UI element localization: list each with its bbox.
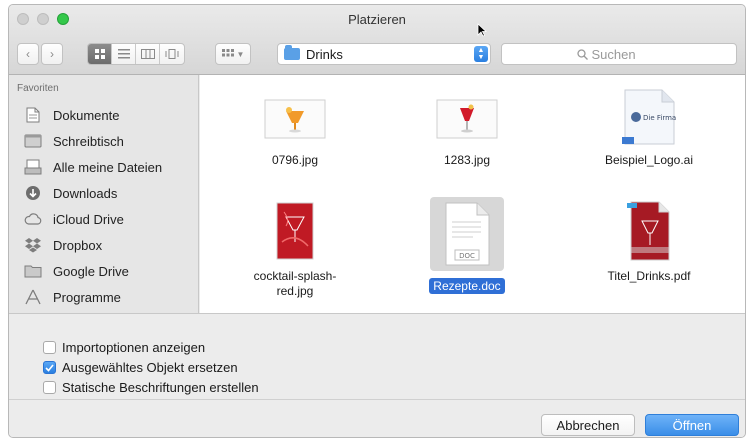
search-icon xyxy=(576,48,588,60)
options-panel: Importoptionen anzeigen Ausgewähltes Obj… xyxy=(9,313,745,437)
checkbox-unchecked[interactable] xyxy=(43,381,56,394)
chevron-left-icon: ‹ xyxy=(26,47,30,61)
popup-stepper-icon: ▲ ▼ xyxy=(474,46,488,62)
sidebar-item-label: Schreibtisch xyxy=(53,133,124,149)
titlebar: Platzieren ‹ › ▼ Drinks ▲ ▼ Suchen xyxy=(9,5,745,75)
back-button[interactable]: ‹ xyxy=(17,43,39,65)
arrange-grid-icon xyxy=(221,49,234,57)
search-input[interactable] xyxy=(591,46,662,62)
import-options-area: Importoptionen anzeigen Ausgewähltes Obj… xyxy=(9,314,745,400)
logo-thumbnail-text: Die Firma xyxy=(643,114,676,122)
all-files-icon xyxy=(23,159,43,175)
columns-icon xyxy=(140,49,155,59)
sidebar-heading: Favoriten xyxy=(17,83,59,94)
view-mode-segmented-control xyxy=(87,43,185,65)
desktop-icon xyxy=(23,133,43,149)
file-thumbnail: Die Firma xyxy=(617,89,681,145)
document-icon xyxy=(23,107,43,123)
column-view-button[interactable] xyxy=(136,44,160,64)
sidebar-item-schreibtisch[interactable]: Schreibtisch xyxy=(23,131,124,151)
sidebar: Favoriten Dokumente Schreibtisch Alle me… xyxy=(9,75,199,313)
folder-icon xyxy=(23,263,43,279)
chevron-right-icon: › xyxy=(50,47,54,61)
file-thumbnail: DOC xyxy=(430,197,504,271)
file-thumbnail xyxy=(263,93,327,145)
coverflow-icon xyxy=(165,49,179,59)
file-item-selected[interactable]: DOC Rezepte.doc xyxy=(412,197,522,294)
list-icon xyxy=(117,49,130,59)
file-name: cocktail-splash-red.jpg xyxy=(253,269,337,298)
file-item[interactable]: Die Firma Beispiel_Logo.ai xyxy=(594,89,704,168)
cloud-icon xyxy=(23,211,43,227)
sidebar-item-downloads[interactable]: Downloads xyxy=(23,183,117,203)
sidebar-item-alle-meine-dateien[interactable]: Alle meine Dateien xyxy=(23,157,162,177)
sidebar-item-label: iCloud Drive xyxy=(53,211,124,227)
coverflow-view-button[interactable] xyxy=(160,44,184,64)
sidebar-item-google-drive[interactable]: Google Drive xyxy=(23,261,129,281)
search-field[interactable] xyxy=(501,43,737,65)
file-item[interactable]: 0796.jpg xyxy=(240,93,350,168)
dropbox-icon xyxy=(23,237,43,253)
doc-thumbnail-text: DOC xyxy=(459,252,475,260)
file-name: 0796.jpg xyxy=(271,153,319,167)
file-thumbnail xyxy=(263,201,327,261)
file-item[interactable]: 1283.jpg xyxy=(412,93,522,168)
sidebar-item-label: Downloads xyxy=(53,185,118,201)
option-importoptionen-anzeigen[interactable]: Importoptionen anzeigen xyxy=(43,340,205,355)
mouse-cursor-icon xyxy=(477,23,487,37)
option-ausgewaehltes-objekt-ersetzen[interactable]: Ausgewähltes Objekt ersetzen xyxy=(43,360,238,375)
file-thumbnail xyxy=(617,201,681,261)
file-thumbnail xyxy=(435,93,499,145)
sidebar-item-label: Alle meine Dateien xyxy=(53,159,163,175)
sidebar-item-programme[interactable]: Programme xyxy=(23,287,121,307)
option-label: Importoptionen anzeigen xyxy=(62,340,206,355)
option-label: Ausgewähltes Objekt ersetzen xyxy=(62,360,238,375)
checkbox-checked[interactable] xyxy=(43,361,56,374)
checkbox-unchecked[interactable] xyxy=(43,341,56,354)
open-button[interactable]: Öffnen xyxy=(645,414,739,436)
folder-icon xyxy=(284,45,300,60)
file-name: Rezepte.doc xyxy=(412,278,522,294)
sidebar-item-dropbox[interactable]: Dropbox xyxy=(23,235,102,255)
option-label: Statische Beschriftungen erstellen xyxy=(62,380,259,395)
forward-button[interactable]: › xyxy=(41,43,63,65)
file-browser: 0796.jpg 1283.jpg Die Firma Beispiel_Log… xyxy=(200,75,745,313)
sidebar-item-label: Google Drive xyxy=(53,263,129,279)
sidebar-item-label: Programme xyxy=(53,289,121,305)
sidebar-item-icloud-drive[interactable]: iCloud Drive xyxy=(23,209,124,229)
option-statische-beschriftungen-erstellen[interactable]: Statische Beschriftungen erstellen xyxy=(43,380,259,395)
sidebar-item-dokumente[interactable]: Dokumente xyxy=(23,105,119,125)
file-name: Titel_Drinks.pdf xyxy=(607,269,691,283)
folder-path-popup[interactable]: Drinks ▲ ▼ xyxy=(277,43,491,65)
file-item[interactable]: cocktail-splash-red.jpg xyxy=(240,201,350,299)
file-item[interactable]: Titel_Drinks.pdf xyxy=(594,201,704,284)
applications-icon xyxy=(23,289,43,305)
cancel-button[interactable]: Abbrechen xyxy=(541,414,635,436)
file-name: 1283.jpg xyxy=(443,153,491,167)
icon-grid-icon xyxy=(94,49,105,59)
checkmark-icon xyxy=(45,363,54,372)
chevron-down-icon: ▼ xyxy=(236,49,245,59)
list-view-button[interactable] xyxy=(112,44,136,64)
download-icon xyxy=(23,185,43,201)
window-title: Platzieren xyxy=(348,12,406,27)
icon-view-button[interactable] xyxy=(88,44,112,64)
sidebar-item-label: Dokumente xyxy=(53,107,120,123)
arrange-menu-button[interactable]: ▼ xyxy=(215,43,251,65)
sidebar-item-label: Dropbox xyxy=(53,237,103,253)
current-folder-name: Drinks xyxy=(306,46,343,62)
open-dialog-window: Platzieren ‹ › ▼ Drinks ▲ ▼ Suchen Favor… xyxy=(8,4,746,438)
file-name: Beispiel_Logo.ai xyxy=(604,153,694,167)
